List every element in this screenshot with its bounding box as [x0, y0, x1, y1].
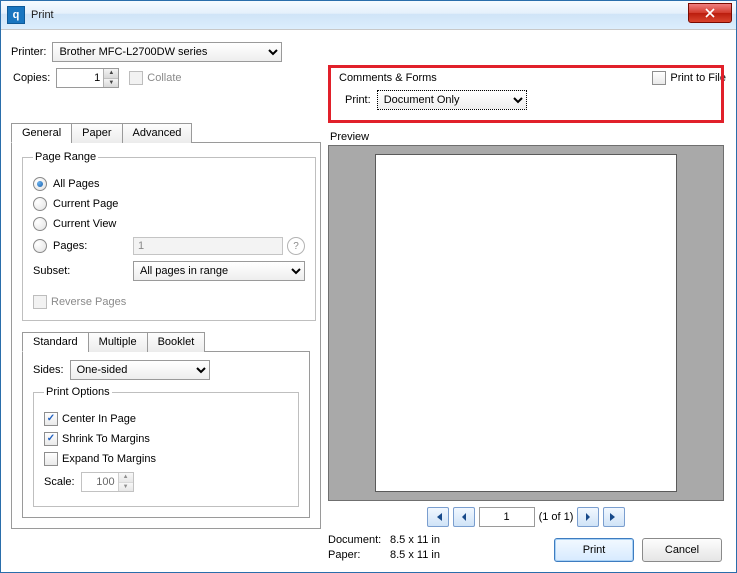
last-page-icon [609, 512, 619, 522]
subset-label: Subset: [33, 265, 127, 277]
prev-page-button[interactable] [453, 507, 475, 527]
tab-advanced[interactable]: Advanced [122, 123, 193, 143]
page-range-group: Page Range All Pages Current Page Curren… [22, 151, 316, 321]
tab-paper[interactable]: Paper [71, 123, 122, 143]
comments-forms-highlight: Comments & Forms Print: Document Only [328, 65, 724, 123]
page-of-label: (1 of 1) [539, 511, 574, 523]
copies-input[interactable] [57, 69, 103, 87]
last-page-button[interactable] [603, 507, 625, 527]
preview-page [375, 154, 677, 492]
comments-forms-legend: Comments & Forms [339, 72, 715, 84]
paper-size-label: Paper: [328, 548, 390, 563]
chevron-left-icon [459, 512, 469, 522]
copies-up[interactable]: ▲ [104, 69, 118, 79]
printer-label: Printer: [11, 46, 46, 58]
cf-print-label: Print: [345, 94, 371, 106]
sides-select[interactable]: One-sided [70, 360, 210, 380]
pages-input[interactable] [133, 237, 283, 255]
standard-panel: Sides: One-sided Print Options Center In… [22, 352, 310, 518]
first-page-button[interactable] [427, 507, 449, 527]
copies-spinner[interactable]: ▲▼ [56, 68, 119, 88]
chevron-right-icon [583, 512, 593, 522]
center-in-page-checkbox[interactable]: Center In Page [44, 412, 288, 426]
radio-current-view[interactable]: Current View [33, 217, 305, 231]
collate-checkbox[interactable]: Collate [129, 71, 181, 85]
page-number-input[interactable] [479, 507, 535, 527]
close-icon [705, 8, 715, 18]
scale-input[interactable] [82, 473, 118, 491]
printer-select[interactable]: Brother MFC-L2700DW series [52, 42, 282, 62]
left-column: General Paper Advanced Page Range All Pa… [11, 122, 321, 529]
dialog-body: Printer: Brother MFC-L2700DW series Copi… [1, 29, 736, 572]
right-column: Comments & Forms Print: Document Only Pr… [328, 65, 724, 563]
radio-pages[interactable]: Pages: ? [33, 237, 305, 255]
window-title: Print [31, 9, 54, 21]
dialog-buttons: Print Cancel [554, 538, 722, 562]
layout-tabs: Standard Multiple Booklet [22, 331, 310, 352]
print-options-group: Print Options Center In Page Shrink To M… [33, 386, 299, 507]
first-page-icon [433, 512, 443, 522]
document-size-value: 8.5 x 11 in [390, 534, 440, 546]
preview-area: Preview (1 of 1) Document:8.5 x 11 in Pa… [328, 131, 724, 563]
radio-current-page[interactable]: Current Page [33, 197, 305, 211]
help-icon[interactable]: ? [287, 237, 305, 255]
document-size-label: Document: [328, 533, 390, 548]
radio-all-pages[interactable]: All Pages [33, 177, 305, 191]
preview-frame [328, 145, 724, 501]
scale-label: Scale: [44, 476, 75, 488]
close-button[interactable] [688, 3, 732, 23]
collate-label: Collate [147, 72, 181, 84]
tab-booklet[interactable]: Booklet [147, 332, 206, 352]
copies-label: Copies: [13, 72, 50, 84]
next-page-button[interactable] [577, 507, 599, 527]
preview-pager: (1 of 1) [328, 507, 724, 527]
print-dialog: q Print Printer: Brother MFC-L2700DW ser… [0, 0, 737, 573]
titlebar: q Print [1, 1, 736, 30]
shrink-to-margins-checkbox[interactable]: Shrink To Margins [44, 432, 288, 446]
sides-label: Sides: [33, 364, 64, 376]
paper-size-value: 8.5 x 11 in [390, 549, 440, 561]
cf-print-select[interactable]: Document Only [377, 90, 527, 110]
scale-down[interactable]: ▼ [119, 483, 133, 492]
tab-standard[interactable]: Standard [22, 332, 89, 352]
subset-select[interactable]: All pages in range [133, 261, 305, 281]
print-button[interactable]: Print [554, 538, 634, 562]
copies-down[interactable]: ▼ [104, 79, 118, 88]
app-icon: q [7, 6, 25, 24]
tab-multiple[interactable]: Multiple [88, 332, 148, 352]
cancel-button[interactable]: Cancel [642, 538, 722, 562]
reverse-pages-checkbox[interactable]: Reverse Pages [33, 295, 126, 309]
page-range-legend: Page Range [33, 151, 98, 163]
main-tabs: General Paper Advanced [11, 122, 321, 143]
tab-general[interactable]: General [11, 123, 72, 143]
general-panel: Page Range All Pages Current Page Curren… [11, 143, 321, 529]
expand-to-margins-checkbox[interactable]: Expand To Margins [44, 452, 288, 466]
scale-up[interactable]: ▲ [119, 473, 133, 483]
scale-spinner[interactable]: ▲▼ [81, 472, 134, 492]
preview-label: Preview [330, 131, 724, 143]
print-options-legend: Print Options [44, 386, 112, 398]
